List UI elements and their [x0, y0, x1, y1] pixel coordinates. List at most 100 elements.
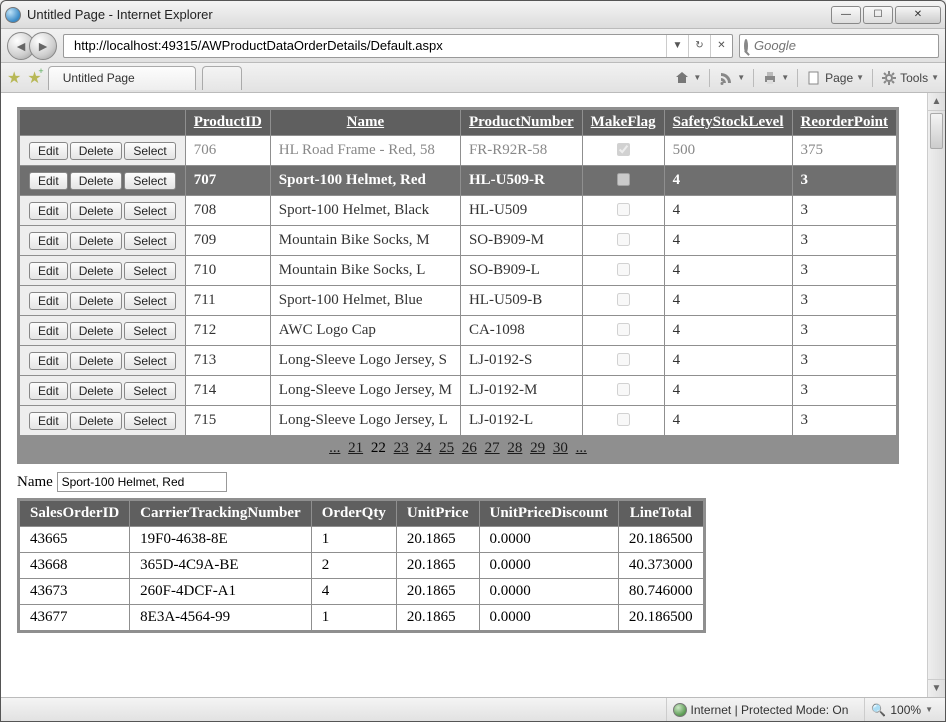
pager-link[interactable]: 28 — [507, 440, 522, 456]
select-button[interactable]: Select — [124, 232, 175, 250]
reorderpoint-cell: 3 — [792, 346, 897, 376]
safetystock-cell: 4 — [664, 226, 792, 256]
header-productnumber[interactable]: ProductNumber — [460, 109, 582, 136]
header-reorderpoint[interactable]: ReorderPoint — [792, 109, 897, 136]
pager-link[interactable]: 29 — [530, 440, 545, 456]
select-button[interactable]: Select — [124, 382, 175, 400]
productid-cell: 708 — [185, 196, 270, 226]
select-button[interactable]: Select — [124, 142, 175, 160]
forward-button[interactable]: ► — [29, 32, 57, 60]
home-button[interactable]: ▼ — [674, 70, 701, 86]
qty-cell: 1 — [311, 605, 396, 632]
name-row: Name — [17, 472, 929, 492]
select-button[interactable]: Select — [124, 322, 175, 340]
tools-menu[interactable]: Tools▼ — [881, 70, 939, 86]
delete-button[interactable]: Delete — [70, 382, 123, 400]
minimize-button[interactable]: — — [831, 6, 861, 24]
new-tab-button[interactable] — [202, 66, 242, 90]
edit-button[interactable]: Edit — [29, 142, 68, 160]
scroll-up[interactable]: ▲ — [928, 93, 945, 111]
header-name[interactable]: Name — [270, 109, 460, 136]
delete-button[interactable]: Delete — [70, 292, 123, 310]
edit-button[interactable]: Edit — [29, 292, 68, 310]
page-menu[interactable]: Page▼ — [806, 70, 864, 86]
edit-button[interactable]: Edit — [29, 202, 68, 220]
pager-link[interactable]: 24 — [416, 440, 431, 456]
edit-button[interactable]: Edit — [29, 412, 68, 430]
reorderpoint-cell: 3 — [792, 196, 897, 226]
scrollbar[interactable]: ▲ ▼ — [927, 93, 945, 697]
table-row: EditDeleteSelect709Mountain Bike Socks, … — [19, 226, 898, 256]
makeflag-checkbox — [617, 173, 630, 186]
scroll-down[interactable]: ▼ — [928, 679, 945, 697]
refresh-button[interactable]: ↻ — [688, 35, 710, 57]
productnumber-cell: CA-1098 — [460, 316, 582, 346]
header-productid[interactable]: ProductID — [185, 109, 270, 136]
safetystock-cell: 4 — [664, 196, 792, 226]
header-makeflag[interactable]: MakeFlag — [582, 109, 664, 136]
scroll-thumb[interactable] — [930, 113, 943, 149]
makeflag-cell — [582, 166, 664, 196]
select-button[interactable]: Select — [124, 172, 175, 190]
gear-icon — [881, 70, 897, 86]
stop-button[interactable]: ✕ — [710, 35, 732, 57]
url-dropdown[interactable]: ▼ — [666, 35, 688, 57]
makeflag-checkbox — [617, 203, 630, 216]
delete-button[interactable]: Delete — [70, 172, 123, 190]
pager-link[interactable]: 30 — [553, 440, 568, 456]
header-safetystock[interactable]: SafetyStockLevel — [664, 109, 792, 136]
delete-button[interactable]: Delete — [70, 412, 123, 430]
tab-active[interactable]: Untitled Page — [48, 66, 196, 90]
pager-link[interactable]: ... — [329, 440, 340, 456]
pager-link[interactable]: 23 — [394, 440, 409, 456]
url-input[interactable] — [72, 38, 666, 53]
edit-button[interactable]: Edit — [29, 382, 68, 400]
pager-link[interactable]: 21 — [348, 440, 363, 456]
command-cell: EditDeleteSelect — [19, 346, 186, 376]
select-button[interactable]: Select — [124, 202, 175, 220]
zoom-dropdown[interactable]: ▼ — [925, 705, 933, 714]
delete-button[interactable]: Delete — [70, 352, 123, 370]
search-box[interactable] — [739, 34, 939, 58]
command-cell: EditDeleteSelect — [19, 166, 186, 196]
select-button[interactable]: Select — [124, 262, 175, 280]
pager-link[interactable]: 25 — [439, 440, 454, 456]
feeds-button[interactable]: ▼ — [718, 70, 745, 86]
zoom-control[interactable]: 🔍 100% ▼ — [864, 698, 939, 721]
delete-button[interactable]: Delete — [70, 322, 123, 340]
edit-button[interactable]: Edit — [29, 352, 68, 370]
makeflag-cell — [582, 376, 664, 406]
select-button[interactable]: Select — [124, 292, 175, 310]
page-icon — [806, 70, 822, 86]
delete-button[interactable]: Delete — [70, 142, 123, 160]
add-favorites-icon[interactable]: ★ — [27, 68, 41, 88]
print-button[interactable]: ▼ — [762, 70, 789, 86]
search-input[interactable] — [752, 37, 934, 54]
command-cell: EditDeleteSelect — [19, 316, 186, 346]
table-row: EditDeleteSelect711Sport-100 Helmet, Blu… — [19, 286, 898, 316]
delete-button[interactable]: Delete — [70, 262, 123, 280]
name-input[interactable] — [57, 472, 227, 492]
edit-button[interactable]: Edit — [29, 232, 68, 250]
close-button[interactable]: ✕ — [895, 6, 941, 24]
edit-button[interactable]: Edit — [29, 322, 68, 340]
edit-button[interactable]: Edit — [29, 172, 68, 190]
select-button[interactable]: Select — [124, 412, 175, 430]
makeflag-cell — [582, 196, 664, 226]
delete-button[interactable]: Delete — [70, 232, 123, 250]
command-cell: EditDeleteSelect — [19, 226, 186, 256]
address-bar[interactable]: ▼ ↻ ✕ — [63, 34, 733, 58]
disc-cell: 0.0000 — [479, 527, 618, 553]
pager-link[interactable]: 27 — [485, 440, 500, 456]
pager-link[interactable]: ... — [576, 440, 587, 456]
maximize-button[interactable]: ☐ — [863, 6, 893, 24]
edit-button[interactable]: Edit — [29, 262, 68, 280]
table-row: EditDeleteSelect713Long-Sleeve Logo Jers… — [19, 346, 898, 376]
favorites-icon[interactable]: ★ — [7, 68, 21, 88]
select-button[interactable]: Select — [124, 352, 175, 370]
pager-link[interactable]: 26 — [462, 440, 477, 456]
command-bar: ▼ ▼ ▼ Page▼ Tools▼ — [674, 69, 939, 87]
command-cell: EditDeleteSelect — [19, 286, 186, 316]
delete-button[interactable]: Delete — [70, 202, 123, 220]
total-cell: 40.373000 — [618, 553, 704, 579]
